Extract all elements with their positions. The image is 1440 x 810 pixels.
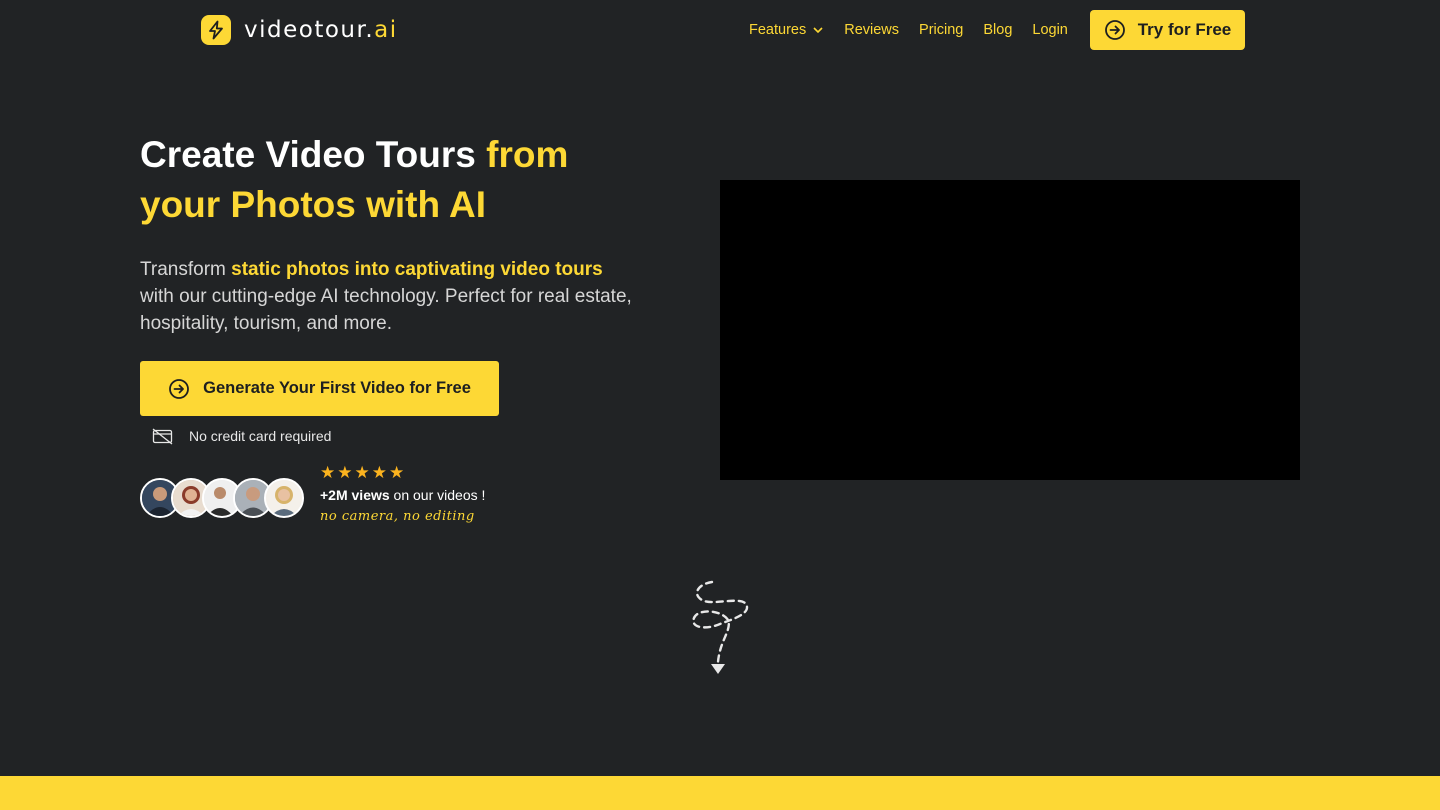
views-count: +2M views on our videos ! (320, 487, 540, 503)
try-for-free-button[interactable]: Try for Free (1090, 10, 1245, 50)
hero-title: Create Video Tours from your Photos with … (140, 130, 660, 230)
arrow-circle-right-icon (169, 378, 190, 399)
star-rating: ★ ★ ★ ★ ★ (320, 464, 540, 482)
nav-links: Features Reviews Pricing Blog Login (749, 20, 1088, 40)
views-count-bold: +2M views (320, 487, 390, 503)
brand-name: videotour.ai (244, 17, 398, 43)
scroll-down-arrow-icon (692, 580, 749, 674)
chevron-down-icon (813, 27, 823, 34)
nav-pricing[interactable]: Pricing (919, 22, 963, 38)
try-for-free-label: Try for Free (1137, 20, 1232, 39)
star-icon: ★ (371, 463, 387, 482)
avatar (264, 478, 304, 518)
hero-sub-highlight: static photos into captivating video tou… (231, 259, 603, 280)
rating-block: ★ ★ ★ ★ ★ +2M views on our videos ! no c… (320, 464, 540, 525)
nav-reviews[interactable]: Reviews (844, 22, 899, 38)
hero-subtitle: Transform static photos into captivating… (140, 256, 640, 337)
star-icon: ★ (337, 463, 353, 482)
hero-title-yellow-1: from (486, 134, 569, 175)
star-icon: ★ (354, 463, 370, 482)
generate-video-label: Generate Your First Video for Free (203, 379, 471, 397)
no-credit-card-note: No credit card required (152, 426, 331, 446)
star-icon: ★ (389, 463, 405, 482)
nav-blog[interactable]: Blog (983, 22, 1012, 38)
no-credit-card-text: No credit card required (189, 428, 332, 444)
hero-sub-pre: Transform (140, 259, 232, 280)
views-count-rest: on our videos ! (389, 487, 486, 503)
hero-title-white: Create Video Tours (140, 134, 487, 175)
arrow-circle-right-icon (1104, 20, 1125, 40)
generate-video-button[interactable]: Generate Your First Video for Free (140, 361, 499, 416)
no-credit-card-icon (152, 427, 173, 445)
nav-login[interactable]: Login (1032, 22, 1067, 38)
nav-features-label: Features (749, 22, 807, 38)
hero-sub-post: with our cutting-edge AI technology. Per… (140, 286, 632, 334)
customer-avatars (140, 478, 305, 518)
top-nav: videotour.ai Features Reviews Pricing Bl… (0, 0, 1440, 60)
video-player[interactable] (720, 180, 1300, 480)
hero-title-yellow-2: your Photos with AI (140, 184, 487, 225)
bottom-banner (0, 776, 1440, 810)
tagline: no camera, no editing (320, 509, 475, 524)
brand-name-suffix: ai (374, 17, 398, 43)
brand-logo[interactable]: videotour.ai (201, 14, 398, 46)
nav-features[interactable]: Features (749, 22, 824, 38)
lightning-bolt-icon (201, 15, 231, 45)
star-icon: ★ (320, 463, 336, 482)
